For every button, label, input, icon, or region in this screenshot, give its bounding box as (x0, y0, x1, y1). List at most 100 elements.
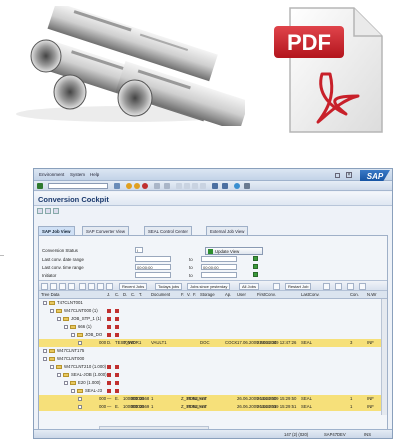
table-row[interactable]: SEAL-J3 (39, 387, 382, 395)
table-row[interactable]: SEAL-JOB (1.000) (39, 371, 382, 379)
table-row[interactable]: 000— E. 10000003669 000 00 1 Z_SEAL_VAT PDF SEAL… (39, 403, 382, 411)
table-row[interactable]: W47CLNT000 (39, 355, 382, 363)
table-row[interactable]: W47CLNT175 (39, 347, 382, 355)
initiator-from-field[interactable] (135, 272, 171, 278)
info-icon[interactable] (53, 208, 59, 214)
table-row[interactable]: E20 (1.000) (39, 379, 382, 387)
table-row[interactable]: JOB_STP_1 (1) (39, 315, 382, 323)
table-row[interactable]: T47CLNT001 (39, 299, 382, 307)
expand-node-icon[interactable] (43, 301, 47, 305)
col-v[interactable]: V. (187, 292, 191, 297)
new-session-icon[interactable] (212, 183, 218, 189)
tab-external-job-view[interactable]: External Job View (206, 226, 249, 235)
prev-page-icon[interactable] (184, 183, 190, 189)
details-icon[interactable] (68, 283, 75, 290)
help-icon[interactable] (359, 283, 366, 290)
menu-environment[interactable]: Environment (39, 172, 64, 177)
expand-node-icon[interactable] (71, 389, 75, 393)
col-lastconv[interactable]: LastConv. (301, 292, 320, 297)
time-multiple-select-icon[interactable] (253, 264, 258, 269)
next-page-icon[interactable] (192, 183, 198, 189)
initiator-to-field[interactable] (201, 272, 237, 278)
exit-icon[interactable] (134, 183, 140, 189)
expand-node-icon[interactable] (64, 381, 68, 385)
refresh-icon[interactable] (59, 283, 66, 290)
date-to-field[interactable] (201, 256, 237, 262)
time-from-field[interactable]: 00:00:00 (135, 264, 171, 270)
tab-sap-converter-view[interactable]: SAP Converter View (82, 226, 130, 235)
time-to-field[interactable]: 00:00:00 (201, 264, 237, 270)
todays-jobs-button[interactable]: Todays jobs (155, 283, 183, 290)
status-field[interactable]: I (135, 247, 143, 253)
tab-seal-control-center[interactable]: SEAL Control Center (144, 226, 192, 235)
layout-select-icon[interactable] (323, 283, 330, 290)
table-row[interactable]: JOB_DO (39, 331, 382, 339)
table-row[interactable]: W47CLNT000 (1) (39, 307, 382, 315)
col-d[interactable]: D. (123, 292, 127, 297)
expand-node-icon[interactable] (50, 309, 54, 313)
recent-jobs-button[interactable]: Recent Jobs (119, 283, 148, 290)
expand-node-icon[interactable] (43, 349, 47, 353)
col-f[interactable]: F. (181, 292, 184, 297)
back-icon[interactable] (126, 183, 132, 189)
col-storage[interactable]: Storage (200, 292, 215, 297)
command-field[interactable] (48, 183, 108, 189)
export-icon[interactable] (335, 283, 342, 290)
stop-icon[interactable] (273, 283, 280, 290)
last-page-icon[interactable] (200, 183, 206, 189)
sort-icon[interactable] (79, 283, 86, 290)
tab-sap-job-view[interactable]: SAP Job View (38, 226, 75, 235)
col-j[interactable]: J. (107, 292, 110, 297)
filter-icon[interactable] (88, 283, 95, 290)
all-jobs-button[interactable]: All Jobs (239, 283, 260, 290)
expand-icon[interactable] (41, 283, 48, 290)
col-ap[interactable]: Ap. (225, 292, 231, 297)
col-firstconv[interactable]: FirstConv. (257, 292, 276, 297)
col-document[interactable]: Document (151, 292, 170, 297)
restart-job-button[interactable]: Restart Job (285, 283, 312, 290)
menu-system[interactable]: System (70, 172, 85, 177)
update-view-button[interactable]: Update View (205, 247, 263, 255)
layout-icon[interactable] (244, 183, 250, 189)
cancel-icon[interactable] (142, 183, 148, 189)
initiator-multiple-select-icon[interactable] (253, 272, 258, 277)
col-nwr[interactable]: N.Wr (367, 292, 376, 297)
col-t[interactable]: T. (139, 292, 142, 297)
table-row[interactable]: 000 D. TEST_WOR. 000 00 1 VAULT1 DOC COCK. 17.06.… (39, 339, 382, 347)
save-icon[interactable] (114, 183, 120, 189)
close-icon[interactable]: × (346, 172, 352, 178)
first-page-icon[interactable] (176, 183, 182, 189)
expand-node-icon[interactable] (64, 325, 68, 329)
col-tree-data[interactable]: Tree Data (41, 292, 59, 297)
expand-node-icon[interactable] (57, 317, 61, 321)
expand-node-icon[interactable] (57, 373, 61, 377)
help-icon[interactable] (234, 183, 240, 189)
graphic-icon[interactable] (347, 283, 354, 290)
col-user[interactable]: User (237, 292, 246, 297)
find-icon[interactable] (164, 183, 170, 189)
collapse-icon[interactable] (50, 283, 57, 290)
col-con[interactable]: Con. (350, 292, 359, 297)
table-row[interactable]: 666 (1) (39, 323, 382, 331)
display-icon[interactable] (45, 208, 51, 214)
settings-icon[interactable] (37, 208, 43, 214)
table-row[interactable]: W47CLNT210 (1.000) (39, 363, 382, 371)
print-list-icon[interactable] (106, 283, 113, 290)
enter-icon[interactable] (37, 183, 43, 189)
minimize-icon[interactable] (335, 173, 340, 178)
expand-node-icon[interactable] (71, 333, 75, 337)
shortcut-icon[interactable] (222, 183, 228, 189)
date-multiple-select-icon[interactable] (253, 256, 258, 261)
col-f2[interactable]: F. (193, 292, 196, 297)
date-from-field[interactable] (135, 256, 171, 262)
col-c[interactable]: C. (115, 292, 119, 297)
expand-node-icon[interactable] (50, 365, 54, 369)
print-icon[interactable] (154, 183, 160, 189)
vertical-scrollbar[interactable] (381, 299, 387, 415)
jobs-since-yesterday-button[interactable]: Jobs since yesterday (187, 283, 231, 290)
col-c2[interactable]: C. (131, 292, 135, 297)
sum-icon[interactable] (97, 283, 104, 290)
expand-node-icon[interactable] (43, 357, 47, 361)
menu-help[interactable]: Help (90, 172, 99, 177)
table-row[interactable]: 000— E. 10000003668 000 00 1 Z_SEAL_VAT PDF SEAL… (39, 395, 382, 403)
